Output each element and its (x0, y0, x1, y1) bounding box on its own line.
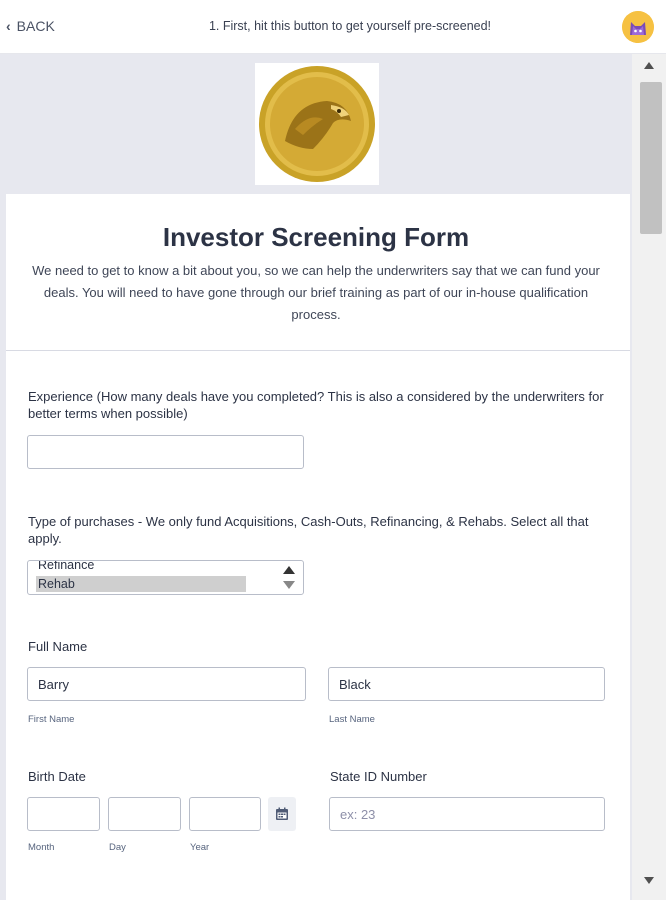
gold-eagle-coin-logo (255, 63, 379, 185)
form-subtitle: We need to get to know a bit about you, … (32, 263, 600, 322)
experience-label: Experience (How many deals have you comp… (28, 389, 604, 421)
form-header: Investor Screening Form We need to get t… (6, 194, 630, 351)
form-card: Investor Screening Form We need to get t… (6, 194, 630, 900)
cat-avatar-icon[interactable] (622, 11, 654, 43)
purchases-listbox[interactable]: Refinance Rehab (27, 560, 304, 595)
listbox-option[interactable]: Refinance (38, 561, 94, 572)
calendar-icon (276, 807, 288, 820)
listbox-scroll-up-icon[interactable] (283, 566, 295, 574)
year-sublabel: Year (190, 842, 210, 853)
last-name-sublabel: Last Name (329, 714, 375, 725)
back-label: BACK (16, 18, 55, 34)
chevron-left-icon: ‹ (6, 18, 11, 34)
birth-day-input[interactable] (108, 797, 181, 831)
birth-year-input[interactable] (189, 797, 261, 831)
month-sublabel: Month (28, 842, 55, 853)
state-id-input[interactable] (329, 797, 605, 831)
experience-input[interactable] (27, 435, 304, 469)
day-sublabel: Day (109, 842, 126, 853)
first-name-sublabel: First Name (28, 714, 75, 725)
listbox-option-selected[interactable]: Rehab (36, 576, 246, 592)
first-name-input[interactable] (27, 667, 306, 701)
scrollbar-thumb[interactable] (640, 82, 662, 234)
top-bar: ‹ BACK 1. First, hit this button to get … (0, 0, 666, 54)
purchases-label: Type of purchases - We only fund Acquisi… (28, 514, 589, 546)
birth-month-input[interactable] (27, 797, 100, 831)
last-name-input[interactable] (328, 667, 605, 701)
scroll-down-arrow-icon[interactable] (644, 877, 654, 884)
birth-date-label: Birth Date (28, 769, 86, 784)
full-name-label: Full Name (28, 639, 88, 654)
calendar-button[interactable] (268, 797, 296, 831)
scroll-up-arrow-icon[interactable] (644, 62, 654, 69)
state-id-label: State ID Number (330, 769, 427, 784)
back-button[interactable]: ‹ BACK (6, 18, 55, 34)
step-title: 1. First, hit this button to get yoursel… (208, 19, 492, 33)
listbox-scroll-down-icon[interactable] (283, 581, 295, 589)
form-title: Investor Screening Form (162, 222, 470, 252)
